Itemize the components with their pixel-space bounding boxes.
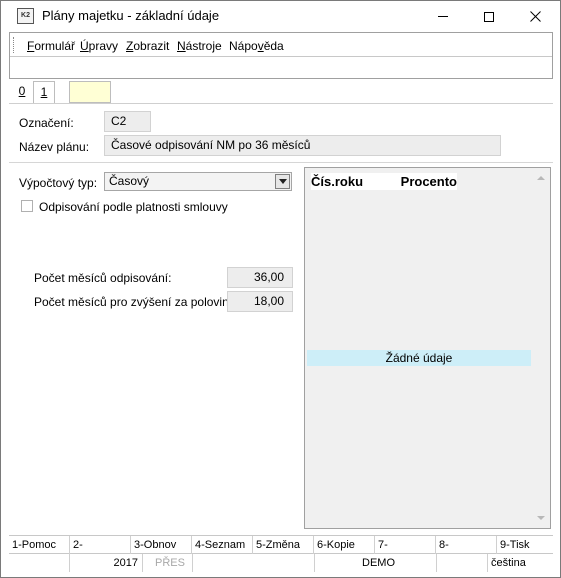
oznaceni-label: Označení: — [19, 116, 74, 130]
fkey-9[interactable]: 9-Tisk — [497, 536, 553, 554]
status-cell-empty-2 — [193, 554, 315, 572]
column-header-procento[interactable]: Procento — [365, 173, 457, 190]
scroll-up-icon[interactable] — [537, 176, 545, 180]
pocet-mesicu-label: Počet měsíců odpisování: — [34, 271, 172, 285]
tab-divider — [9, 103, 553, 104]
menu-zobrazit-label: Zobrazit — [126, 39, 170, 53]
status-cell-empty-3 — [437, 554, 488, 572]
menu-upravy-label: Úpravy — [80, 39, 119, 53]
menu-nastroje-label: Nástroje — [177, 39, 222, 53]
column-header-cis-roku[interactable]: Čís.roku — [311, 173, 365, 190]
scroll-down-icon[interactable] — [537, 516, 545, 520]
status-cell-empty-1 — [9, 554, 70, 572]
empty-grid-message: Žádné údaje — [307, 350, 531, 366]
minimize-button[interactable] — [420, 1, 466, 32]
chevron-down-icon — [278, 179, 287, 184]
maximize-icon — [484, 11, 494, 22]
pocet-mesicu-field[interactable]: 36,00 — [227, 267, 293, 288]
fkey-6[interactable]: 6-Kopie — [314, 536, 375, 554]
nazev-label: Název plánu: — [19, 140, 90, 154]
vypoctovy-typ-value: Časový — [109, 174, 150, 188]
platnost-smlouvy-label: Odpisování podle platnosti smlouvy — [39, 200, 228, 214]
menu-toolbar-area: Formulář Úpravy Zobrazit Nástroje Nápově… — [9, 32, 553, 79]
pocet-zvyseni-label: Počet měsíců pro zvýšení za polovinou: — [34, 295, 246, 309]
menu-napoveda[interactable]: Nápověda — [229, 39, 284, 53]
status-mode: PŘES — [143, 554, 193, 572]
dropdown-button[interactable] — [275, 174, 290, 189]
main-window: K2 Plány majetku - základní údaje Formul… — [0, 0, 561, 578]
tab-0-label: 0 — [18, 84, 26, 98]
tab-0[interactable]: 0 — [13, 81, 31, 103]
fkey-7[interactable]: 7- — [375, 536, 436, 554]
roky-grid[interactable]: Čís.roku Procento Žádné údaje — [304, 167, 551, 529]
app-icon: K2 — [17, 8, 34, 24]
minimize-icon — [438, 16, 448, 17]
platnost-smlouvy-checkbox[interactable] — [21, 200, 33, 212]
fkey-8[interactable]: 8- — [436, 536, 497, 554]
vertical-scrollbar[interactable] — [533, 168, 550, 528]
pocet-zvyseni-field[interactable]: 18,00 — [227, 291, 293, 312]
menu-upravy[interactable]: Úpravy — [80, 39, 118, 53]
fkey-2[interactable]: 2- — [70, 536, 131, 554]
tab-extra[interactable] — [69, 81, 111, 103]
fkey-4[interactable]: 4-Seznam — [192, 536, 253, 554]
close-icon — [529, 11, 541, 22]
fkey-5[interactable]: 5-Změna — [253, 536, 314, 554]
menu-napoveda-label: Nápověda — [229, 39, 284, 53]
title-bar[interactable]: K2 Plány majetku - základní údaje — [1, 1, 560, 32]
vypoctovy-typ-select[interactable]: Časový — [104, 172, 292, 191]
vypoctovy-typ-label: Výpočtový typ: — [19, 176, 98, 190]
fkey-3[interactable]: 3-Obnov — [131, 536, 192, 554]
oznaceni-field[interactable]: C2 — [104, 111, 151, 132]
status-bar: 2017 PŘES DEMO čeština — [9, 554, 553, 572]
menu-formular[interactable]: Formulář — [27, 39, 75, 53]
header-separator — [9, 162, 553, 163]
maximize-button[interactable] — [466, 1, 512, 32]
menu-nastroje[interactable]: Nástroje — [177, 39, 222, 53]
menu-grip[interactable] — [13, 37, 15, 53]
status-year: 2017 — [70, 554, 143, 572]
tab-1-label: 1 — [40, 85, 48, 99]
nazev-field[interactable]: Časové odpisování NM po 36 měsíců — [104, 135, 501, 156]
close-button[interactable] — [512, 1, 558, 32]
status-language: čeština — [491, 557, 526, 569]
menu-formular-label: Formulář — [27, 39, 76, 53]
status-database: DEMO — [315, 554, 437, 572]
function-key-bar: 1-Pomoc 2- 3-Obnov 4-Seznam 5-Změna 6-Ko… — [9, 535, 553, 554]
window-title: Plány majetku - základní údaje — [42, 8, 220, 23]
tab-1[interactable]: 1 — [33, 81, 55, 104]
fkey-1[interactable]: 1-Pomoc — [9, 536, 70, 554]
menu-zobrazit[interactable]: Zobrazit — [126, 39, 169, 53]
menu-bar: Formulář Úpravy Zobrazit Nástroje Nápově… — [10, 33, 552, 57]
